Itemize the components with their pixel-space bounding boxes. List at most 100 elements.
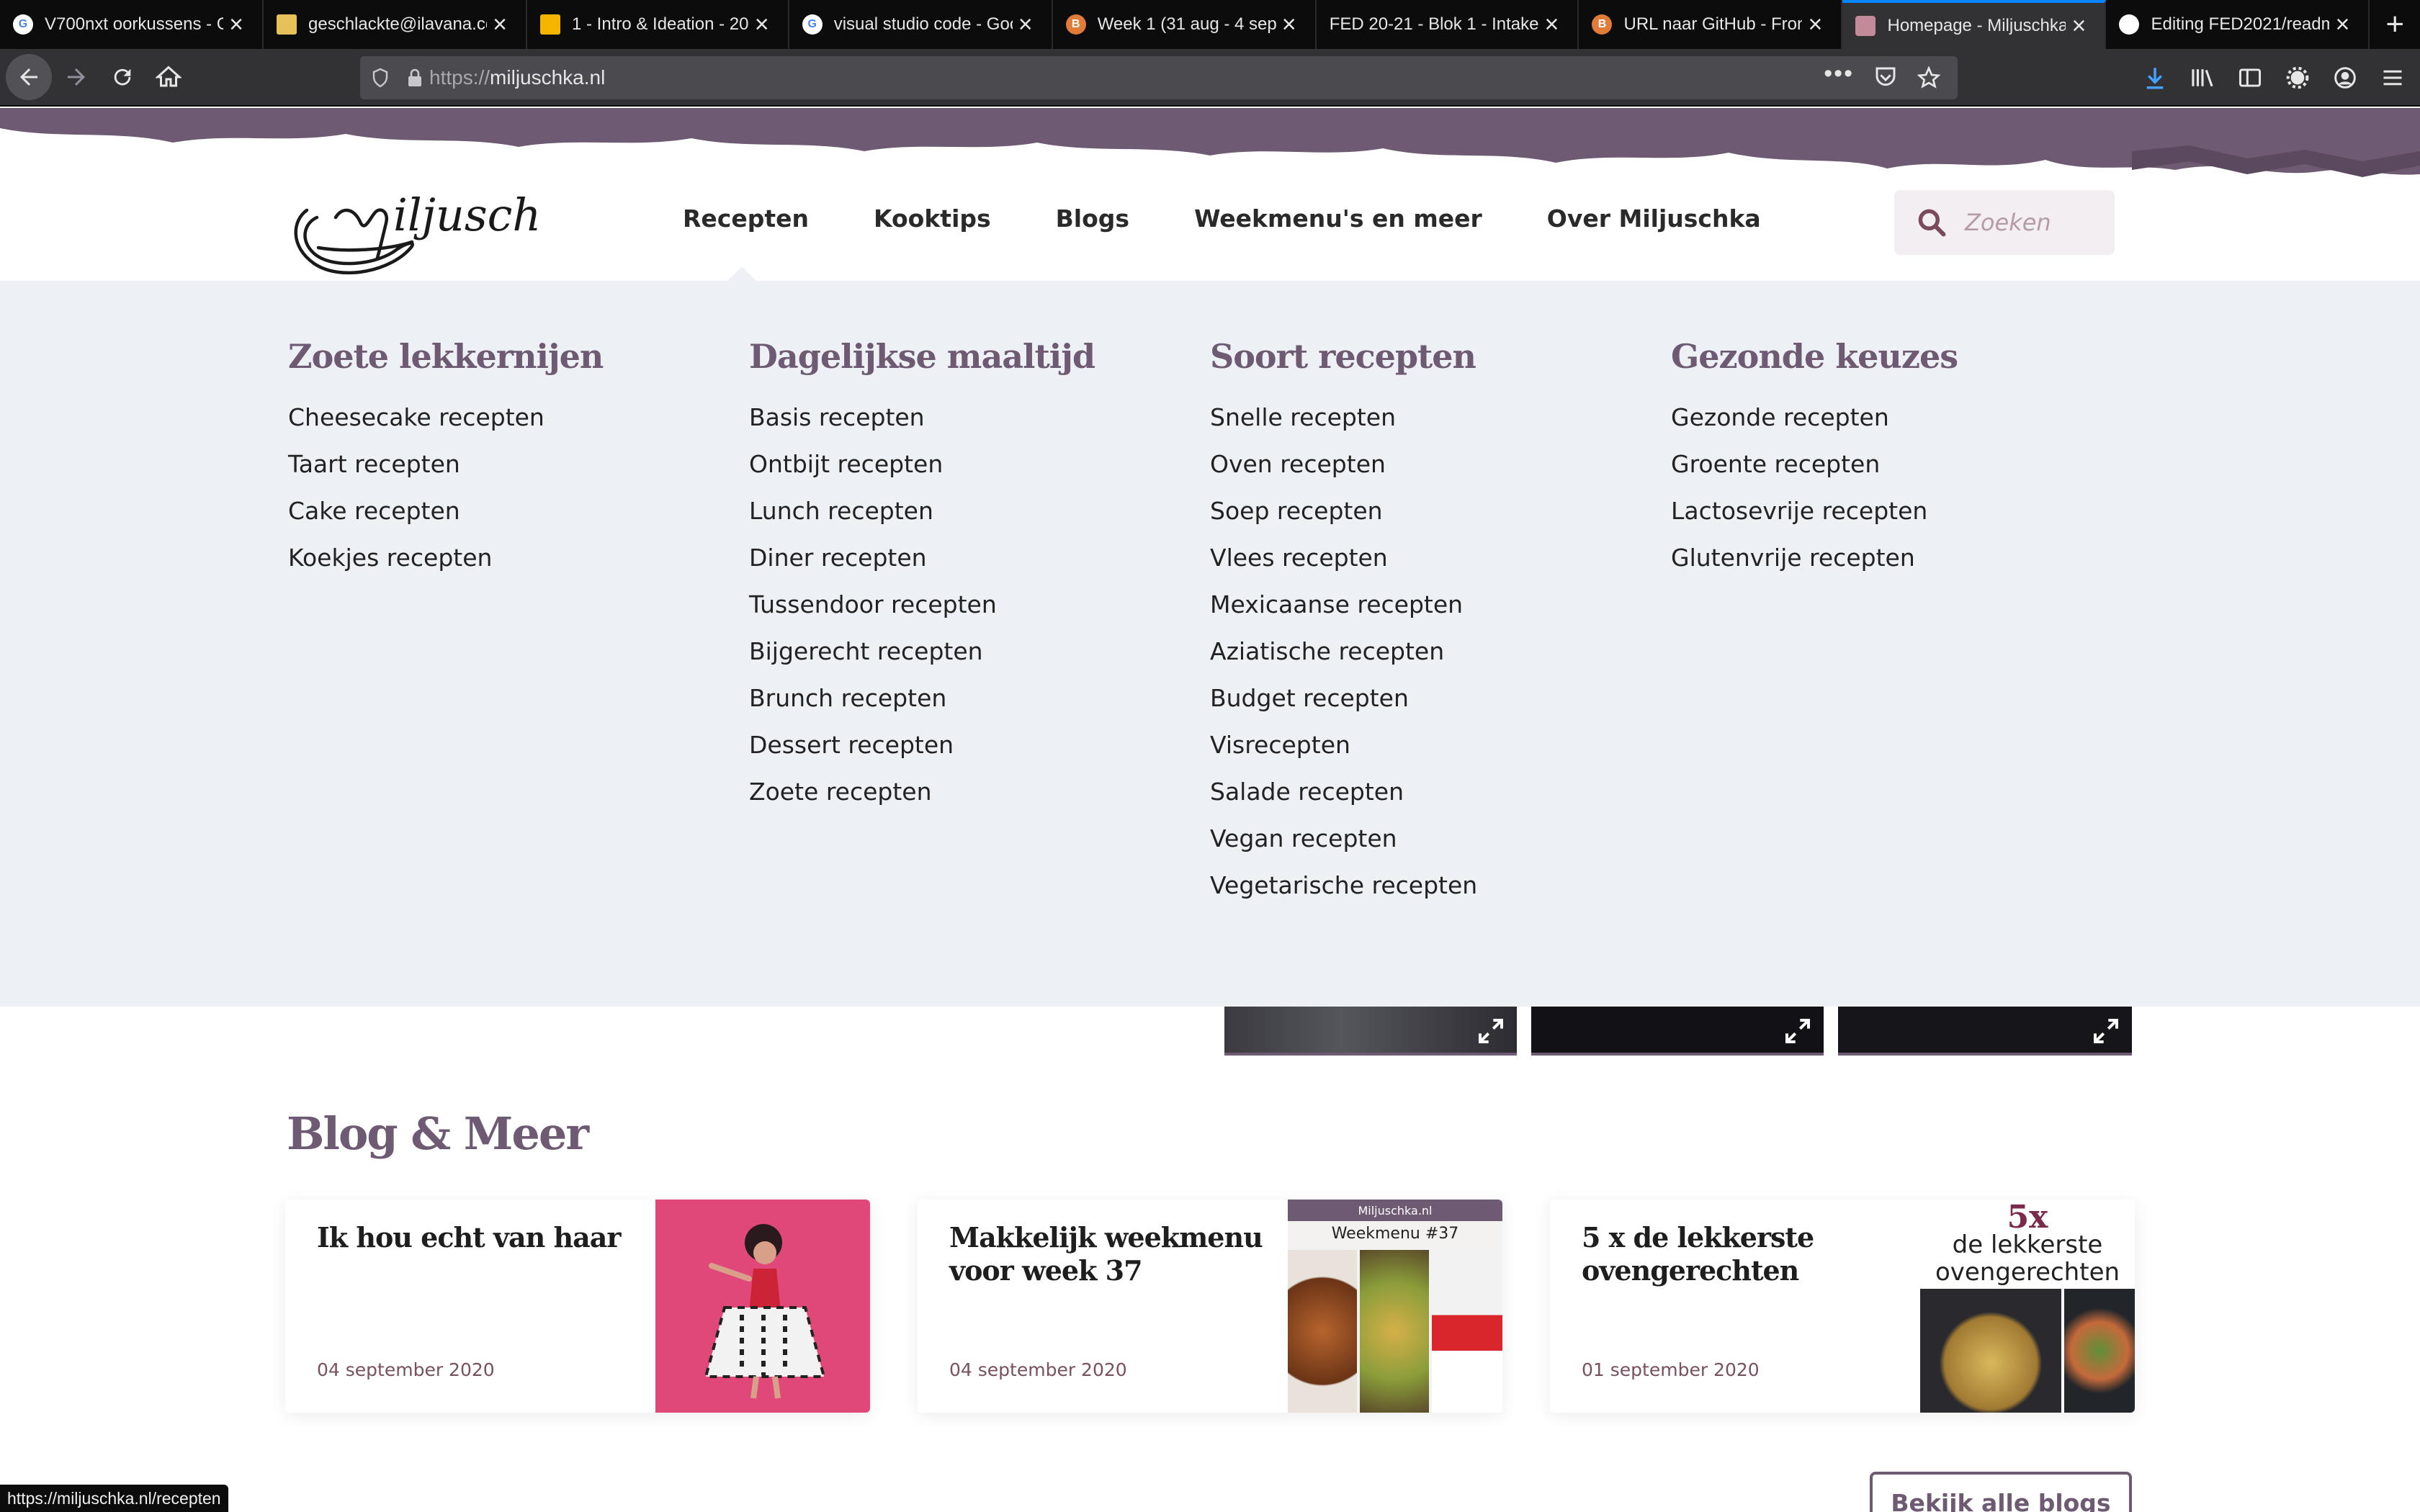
- blog-card-image[interactable]: [655, 1200, 870, 1413]
- close-tab-icon[interactable]: ×: [487, 12, 513, 37]
- close-tab-icon[interactable]: ×: [2066, 14, 2092, 38]
- mega-menu-link[interactable]: Oven recepten: [1210, 450, 1477, 497]
- close-tab-icon[interactable]: ×: [2329, 12, 2355, 37]
- image-caption: de lekkerste ovengerechten: [1935, 1230, 2120, 1287]
- menu-icon[interactable]: [2378, 63, 2407, 92]
- browser-tab[interactable]: 1 - Intro & Ideation - 20 ×: [527, 0, 789, 49]
- close-tab-icon[interactable]: ×: [223, 12, 249, 37]
- blog-card-title[interactable]: Makkelijk weekmenu voor week 37: [949, 1221, 1266, 1287]
- close-tab-icon[interactable]: ×: [1013, 12, 1039, 37]
- expand-icon[interactable]: [1476, 1017, 1505, 1045]
- mega-menu-link[interactable]: Vlees recepten: [1210, 544, 1477, 590]
- mega-menu-link[interactable]: Tussendoor recepten: [749, 590, 1095, 637]
- close-tab-icon[interactable]: ×: [749, 12, 775, 37]
- nav-link-kooktips[interactable]: Kooktips: [874, 204, 991, 233]
- nav-link-blogs[interactable]: Blogs: [1056, 204, 1129, 233]
- mega-menu-link[interactable]: Visrecepten: [1210, 731, 1477, 778]
- mega-menu-link[interactable]: Zoete recepten: [749, 778, 1095, 824]
- page-actions-icon[interactable]: •••: [1824, 61, 1854, 89]
- close-tab-icon[interactable]: ×: [1276, 12, 1302, 37]
- food-photo: [1432, 1250, 1502, 1413]
- mega-menu-link[interactable]: Mexicaanse recepten: [1210, 590, 1477, 637]
- mega-menu-link[interactable]: Diner recepten: [749, 544, 1095, 590]
- mega-menu-link[interactable]: Taart recepten: [288, 450, 603, 497]
- nav-link-over-miljuschka[interactable]: Over Miljuschka: [1547, 204, 1761, 233]
- mega-menu-link[interactable]: Brunch recepten: [749, 684, 1095, 731]
- mega-menu-link[interactable]: Cake recepten: [288, 497, 603, 544]
- image-caption-top: Miljuschka.nl: [1288, 1200, 1502, 1221]
- browser-tab[interactable]: B Week 1 (31 aug - 4 sep) ×: [1053, 0, 1317, 49]
- sidebar-icon[interactable]: [2236, 63, 2264, 92]
- pocket-icon[interactable]: [1874, 66, 1897, 88]
- mega-menu-link[interactable]: Vegan recepten: [1210, 824, 1477, 871]
- expand-icon[interactable]: [2092, 1017, 2120, 1045]
- mega-menu-link[interactable]: Ontbijt recepten: [749, 450, 1095, 497]
- mega-menu-link[interactable]: Aziatische recepten: [1210, 637, 1477, 684]
- blog-card[interactable]: Ik hou echt van haar 04 september 2020: [285, 1200, 870, 1413]
- mega-menu-link[interactable]: Basis recepten: [749, 403, 1095, 450]
- blog-card-image[interactable]: 5x de lekkerste ovengerechten: [1920, 1200, 2135, 1413]
- browser-tab[interactable]: geschlackte@ilavana.co ×: [264, 0, 527, 49]
- mega-menu-link[interactable]: Snelle recepten: [1210, 403, 1477, 450]
- mega-menu-link[interactable]: Bijgerecht recepten: [749, 637, 1095, 684]
- browser-tab[interactable]: G V700nxt oorkussens - G ×: [0, 0, 264, 49]
- recipe-thumbnail[interactable]: [1838, 1007, 2132, 1056]
- mega-menu-link[interactable]: Salade recepten: [1210, 778, 1477, 824]
- mega-menu-link[interactable]: Lactosevrije recepten: [1671, 497, 1958, 544]
- search-input[interactable]: Zoeken: [1894, 190, 2115, 255]
- mega-menu-link[interactable]: Cheesecake recepten: [288, 403, 603, 450]
- search-icon: [1918, 209, 1946, 237]
- nav-link-weekmenus[interactable]: Weekmenu's en meer: [1194, 204, 1482, 233]
- view-all-blogs-button[interactable]: Bekijk alle blogs: [1870, 1472, 2132, 1512]
- mega-menu-link[interactable]: Groente recepten: [1671, 450, 1958, 497]
- account-icon[interactable]: [2331, 63, 2360, 92]
- browser-tab-active[interactable]: Homepage - Miljuschka ×: [1842, 0, 2107, 49]
- browser-tab[interactable]: Editing FED2021/readm ×: [2106, 0, 2370, 49]
- close-tab-icon[interactable]: ×: [1802, 12, 1828, 37]
- mega-menu-column: Soort recepten Snelle recepten Oven rece…: [1210, 337, 1477, 918]
- shield-icon[interactable]: [360, 68, 400, 88]
- recipe-thumbnail[interactable]: [1224, 1007, 1517, 1056]
- browser-tab[interactable]: G visual studio code - Goo ×: [789, 0, 1053, 49]
- reload-button[interactable]: [101, 55, 144, 99]
- google-icon: G: [13, 14, 33, 35]
- bookmark-star-icon[interactable]: [1917, 66, 1940, 89]
- close-tab-icon[interactable]: ×: [1538, 12, 1564, 37]
- arrow-left-icon: [20, 68, 37, 86]
- downloads-icon[interactable]: [2141, 63, 2169, 92]
- forward-button[interactable]: [55, 55, 98, 99]
- browser-tab[interactable]: FED 20-21 - Blok 1 - Intake ×: [1317, 0, 1579, 49]
- blog-card-image[interactable]: Miljuschka.nl Weekmenu #37: [1288, 1200, 1502, 1413]
- tab-title: FED 20-21 - Blok 1 - Intake: [1329, 14, 1539, 34]
- mega-menu-link[interactable]: Vegetarische recepten: [1210, 871, 1477, 918]
- extension-icon[interactable]: [2283, 63, 2312, 92]
- home-button[interactable]: [147, 55, 190, 99]
- brightspace-icon: B: [1065, 14, 1086, 35]
- mega-menu-link[interactable]: Budget recepten: [1210, 684, 1477, 731]
- mega-menu-link[interactable]: Gezonde recepten: [1671, 403, 1958, 450]
- mega-menu-link[interactable]: Lunch recepten: [749, 497, 1095, 544]
- blog-card-title[interactable]: Ik hou echt van haar: [317, 1221, 634, 1254]
- tab-title: Week 1 (31 aug - 4 sep): [1097, 14, 1276, 34]
- url-bar[interactable]: https://miljuschka.nl •••: [360, 56, 1958, 99]
- nav-link-recepten[interactable]: Recepten: [683, 204, 809, 233]
- mega-menu-link[interactable]: Koekjes recepten: [288, 544, 603, 590]
- blog-card-title[interactable]: 5 x de lekkerste ovengerechten: [1582, 1221, 1899, 1287]
- library-icon[interactable]: [2188, 63, 2217, 92]
- back-button[interactable]: [6, 54, 52, 100]
- browser-tab[interactable]: B URL naar GitHub - Fron ×: [1579, 0, 1843, 49]
- mega-menu-link[interactable]: Soep recepten: [1210, 497, 1477, 544]
- miljuschka-logo[interactable]: iljuschka: [285, 177, 537, 278]
- url-text[interactable]: https://miljuschka.nl: [429, 66, 1824, 89]
- blog-card[interactable]: 5 x de lekkerste ovengerechten 01 septem…: [1550, 1200, 2135, 1413]
- mega-menu-link[interactable]: Dessert recepten: [749, 731, 1095, 778]
- blog-card[interactable]: Makkelijk weekmenu voor week 37 04 septe…: [918, 1200, 1502, 1413]
- mega-menu-link[interactable]: Glutenvrije recepten: [1671, 544, 1958, 590]
- expand-icon[interactable]: [1783, 1017, 1812, 1045]
- mega-menu-column: Dagelijkse maaltijd Basis recepten Ontbi…: [749, 337, 1095, 824]
- recipe-thumbnail[interactable]: [1531, 1007, 1824, 1056]
- new-tab-button[interactable]: +: [2370, 0, 2420, 49]
- lock-icon[interactable]: [400, 68, 429, 88]
- tab-title: Homepage - Miljuschka: [1887, 16, 2066, 35]
- tab-title: visual studio code - Goo: [833, 14, 1013, 34]
